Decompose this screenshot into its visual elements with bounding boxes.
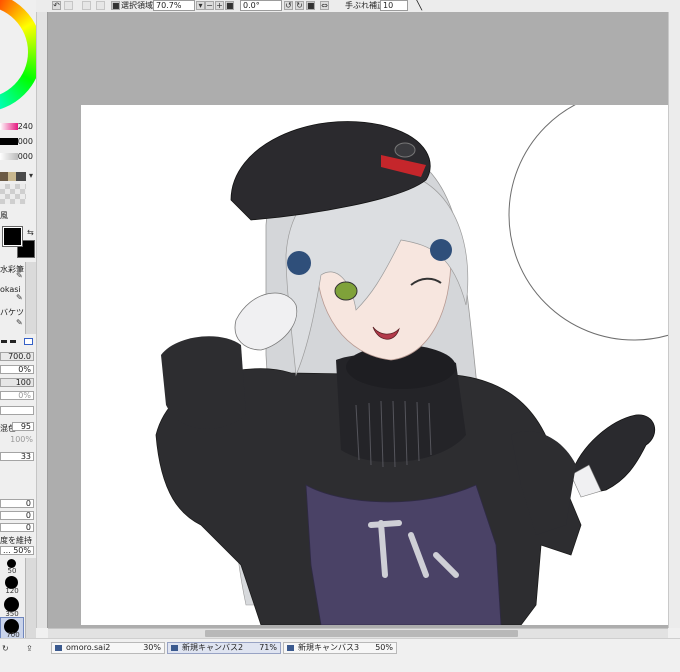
density-field[interactable]: 100 [0, 378, 34, 387]
keep-label: 度を維持 [0, 536, 32, 545]
brush-shape-icon[interactable] [1, 340, 7, 343]
color-slider-1[interactable] [0, 123, 18, 130]
hair-clip-left [287, 251, 311, 275]
dress [305, 484, 502, 625]
tab-name: 新規キャンバス3 [298, 643, 360, 652]
canvas-tab-3[interactable]: 新規キャンバス3 50% [283, 642, 397, 654]
primary-color-box[interactable] [2, 226, 23, 247]
canvas-paper[interactable] [81, 105, 668, 625]
option-field-3[interactable]: 0 [0, 523, 34, 532]
tool-button[interactable] [82, 1, 91, 10]
tool-list-scrollbar[interactable] [25, 262, 36, 334]
color-slider-2[interactable] [0, 138, 18, 145]
brush-size-label: 120 [5, 587, 19, 595]
swatch-grid[interactable] [0, 184, 26, 204]
export-icon[interactable]: ⇪ [26, 644, 33, 653]
sleeve-left [161, 336, 246, 429]
rotate-left-button[interactable]: ↺ [284, 1, 293, 10]
brush-icon: ✎ [16, 293, 23, 302]
pen-pressure-icon[interactable]: ╲ [416, 0, 422, 11]
swatch-row[interactable] [0, 172, 26, 181]
selection-checkbox[interactable]: ■ [111, 1, 120, 10]
brush-size-scrollbar[interactable] [25, 558, 36, 638]
tab-zoom: 30% [143, 643, 161, 652]
artwork [155, 105, 668, 625]
canvas-icon [55, 645, 62, 651]
stabilizer-label: 手ぶれ補正 [345, 1, 385, 10]
tool-label: 風 [0, 211, 8, 220]
rotate-right-button[interactable]: ↻ [295, 1, 304, 10]
rotate-icon[interactable]: ↻ [2, 644, 9, 653]
rotation-field[interactable]: 0.0° [240, 0, 282, 11]
zoom-reset-button[interactable]: ■ [225, 1, 234, 10]
min-density-field[interactable]: 0% [0, 391, 34, 400]
brush-shape-row[interactable] [0, 338, 36, 346]
tool-button[interactable] [96, 1, 105, 10]
brush-size-item[interactable]: 350 [0, 596, 24, 618]
blend-field[interactable]: 95 [12, 422, 34, 431]
color-slider-1-value: 240 [17, 122, 33, 131]
brush-cursor-circle [508, 105, 668, 341]
beret-badge [394, 142, 416, 158]
swap-colors-icon[interactable]: ⇆ [27, 228, 34, 237]
keep-field[interactable]: ... 50% [0, 546, 34, 555]
tab-zoom: 50% [375, 643, 393, 652]
brush-shape-icon[interactable] [10, 340, 16, 343]
min-size-field[interactable]: 0% [0, 365, 34, 374]
stroke-field[interactable]: 33 [0, 452, 34, 461]
horizontal-scroll-thumb[interactable] [205, 630, 518, 637]
canvas-tab-2[interactable]: 新規キャンバス2 71% [167, 642, 281, 654]
option-field-1[interactable]: 0 [0, 499, 34, 508]
brush-size-field[interactable]: 700.0 [0, 352, 34, 361]
zoom-out-button[interactable]: − [205, 1, 214, 10]
brush-shape-icon[interactable] [24, 338, 33, 345]
swatch-dropdown-icon[interactable]: ▾ [29, 171, 33, 180]
canvas-workspace[interactable] [48, 12, 668, 628]
canvas-icon [171, 645, 178, 651]
canvas-tab-omoro[interactable]: omoro.sai2 30% [51, 642, 165, 654]
horizontal-scrollbar[interactable] [48, 628, 668, 638]
brush-icon: ✎ [16, 271, 23, 280]
brush-size-item[interactable]: 50 [0, 559, 24, 575]
canvas-icon [287, 645, 294, 651]
tab-zoom: 71% [259, 643, 277, 652]
stabilizer-field[interactable]: 10 [380, 0, 408, 11]
tab-name: omoro.sai2 [66, 643, 111, 652]
texture-field[interactable] [0, 406, 34, 415]
tool-item-bucket[interactable]: バケツ [0, 307, 24, 318]
blend-pct: 100% [10, 435, 33, 444]
color-slider-3-value: 000 [17, 152, 33, 161]
left-panel: 240 000 000 ▾ 風 ⇆ 水彩筆 ✎ okasi ✎ バケツ ✎ 70… [0, 0, 36, 640]
eye [334, 281, 358, 301]
panel-divider[interactable] [36, 12, 48, 628]
zoom-dropdown-icon[interactable]: ▾ [196, 1, 205, 10]
selection-label: 選択領域 [121, 1, 153, 10]
brush-size-label: 50 [7, 567, 17, 575]
zoom-field[interactable]: 70.7% [153, 0, 195, 11]
brush-size-item[interactable]: 120 [0, 575, 24, 595]
rotate-reset-button[interactable]: ■ [306, 1, 315, 10]
undo-icon[interactable]: ↶ [52, 1, 61, 10]
flip-button[interactable]: ⇔ [320, 1, 329, 10]
color-slider-2-value: 000 [17, 137, 33, 146]
zoom-in-button[interactable]: + [215, 1, 224, 10]
color-slider-3[interactable] [0, 153, 18, 160]
canvas-tab-bar: ↻ ⇪ omoro.sai2 30% 新規キャンバス2 71% 新規キャンバス3… [0, 638, 680, 672]
option-field-2[interactable]: 0 [0, 511, 34, 520]
right-scrollbar[interactable] [668, 12, 680, 628]
brush-size-item[interactable]: 700 [0, 617, 24, 639]
tab-name: 新規キャンバス2 [182, 643, 244, 652]
hair-clip-right [430, 239, 452, 261]
brush-icon: ✎ [16, 318, 23, 327]
tool-button[interactable] [64, 1, 73, 10]
